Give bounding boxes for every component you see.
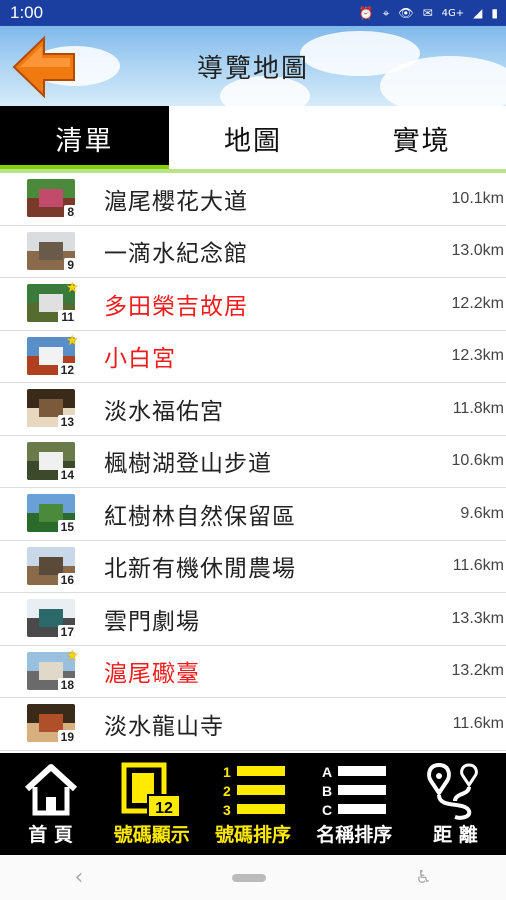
item-number: 16 [57, 572, 75, 585]
eye-icon: 👁 [398, 6, 414, 20]
number-sort-icon: 1 2 3 [223, 764, 285, 818]
item-distance: 11.6km [452, 714, 504, 732]
item-number: 18 [57, 677, 75, 690]
attraction-thumbnail: 19 [27, 704, 75, 742]
list-item[interactable]: 19 淡水龍山寺 11.6km [0, 698, 506, 751]
battery-icon: ▮ [491, 6, 498, 20]
status-bar: 1:00 ⏰ ⌖ 👁 ✉ 4G+ ◢ ▮ [0, 0, 506, 26]
header: 導覽地圖 [0, 26, 506, 106]
distance-label: 距 離 [433, 824, 478, 846]
attraction-thumbnail: 14 [27, 441, 75, 480]
item-distance: 10.1km [451, 189, 504, 207]
item-number: 12 [57, 362, 75, 375]
item-distance: 13.0km [451, 242, 504, 260]
name-sort-button[interactable]: A B C 名稱排序 [304, 753, 405, 855]
list-item[interactable]: 15 紅樹林自然保留區 9.6km [0, 488, 506, 541]
home-label: 首 頁 [28, 824, 73, 846]
home-icon [24, 764, 77, 816]
list-item[interactable]: 16 北新有機休閒農場 11.6km [0, 541, 506, 593]
mail-icon: ✉ [422, 6, 433, 20]
item-name: 多田榮吉故居 [104, 293, 248, 320]
item-name: 小白宮 [104, 346, 176, 373]
number-badge: 12 [155, 800, 173, 817]
list-item[interactable]: 14 楓樹湖登山步道 10.6km [0, 436, 506, 488]
item-number: 11 [58, 310, 75, 322]
list-item[interactable]: 9 一滴水紀念館 13.0km [0, 226, 506, 278]
list-item[interactable]: 8 滬尾櫻花大道 10.1km [0, 173, 506, 226]
attraction-list[interactable]: 8 滬尾櫻花大道 10.1km 9 一滴水紀念館 13.0km 11 ★ 多田榮吉故居 12.2k… [0, 173, 506, 753]
item-number: 13 [57, 415, 75, 427]
svg-text:A: A [322, 764, 332, 780]
distance-button[interactable]: 距 離 [405, 753, 506, 855]
tab-reality[interactable]: 實境 [337, 106, 506, 170]
item-distance: 9.6km [460, 504, 504, 522]
star-icon: ★ [66, 332, 79, 349]
item-name: 楓樹湖登山步道 [104, 451, 272, 478]
svg-text:2: 2 [223, 783, 231, 799]
list-item[interactable]: 17 雲門劇場 13.3km [0, 593, 506, 646]
item-name: 淡水龍山寺 [104, 713, 224, 740]
item-name: 北新有機休閒農場 [104, 556, 296, 583]
item-name: 淡水福佑宮 [104, 398, 224, 425]
item-name: 一滴水紀念館 [104, 241, 248, 268]
tab-list[interactable]: 清單 [0, 106, 169, 170]
item-number: 8 [64, 205, 75, 217]
status-icons: ⏰ ⌖ 👁 ✉ 4G+ ◢ ▮ [359, 6, 498, 21]
item-name: 滬尾礮臺 [104, 661, 200, 688]
svg-text:3: 3 [223, 802, 231, 818]
system-nav-bar: ‹ ♿ [0, 855, 506, 900]
number-display-button[interactable]: 12 號碼顯示 [101, 753, 202, 855]
status-time: 1:00 [10, 3, 44, 22]
name-sort-icon: A B C [322, 764, 387, 818]
attraction-thumbnail: 8 [27, 179, 75, 217]
item-number: 19 [57, 730, 75, 742]
item-name: 滬尾櫻花大道 [104, 188, 248, 215]
item-number: 14 [57, 467, 75, 480]
network-type: 4G+ [441, 7, 465, 19]
accessibility-icon[interactable]: ♿ [415, 867, 431, 888]
list-item[interactable]: 18 ★ 滬尾礮臺 13.2km [0, 646, 506, 698]
list-item[interactable]: 11 ★ 多田榮吉故居 12.2km [0, 278, 506, 331]
item-distance: 12.2km [451, 294, 504, 312]
item-distance: 13.3km [451, 609, 504, 627]
svg-text:B: B [322, 783, 332, 799]
nav-home-button[interactable] [232, 873, 267, 882]
location-icon: ⌖ [382, 5, 390, 20]
alarm-icon: ⏰ [358, 6, 374, 20]
item-name: 雲門劇場 [104, 608, 200, 635]
star-icon: ★ [66, 280, 79, 296]
nav-back-button[interactable]: ‹ [75, 865, 84, 890]
attraction-thumbnail: 13 [27, 389, 75, 427]
bottom-toolbar: 首 頁 12 號碼顯示 1 2 3 號碼排序 A B C 名稱排序 距 離 [0, 753, 506, 855]
item-number: 15 [57, 520, 75, 532]
attraction-thumbnail: 16 [27, 546, 75, 585]
number-sort-label: 號碼排序 [215, 824, 292, 846]
list-item[interactable]: 13 淡水福佑宮 11.8km [0, 383, 506, 436]
item-distance: 11.6km [452, 557, 504, 575]
tab-bar: 清單 地圖 實境 [0, 106, 506, 170]
name-sort-label: 名稱排序 [316, 824, 393, 846]
item-name: 紅樹林自然保留區 [104, 503, 296, 530]
signal-icon: ◢ [473, 6, 483, 20]
svg-text:1: 1 [223, 764, 231, 780]
item-distance: 13.2km [451, 662, 504, 680]
item-number: 9 [64, 257, 75, 270]
number-sort-button[interactable]: 1 2 3 號碼排序 [202, 753, 303, 855]
item-distance: 12.3km [451, 347, 504, 365]
tab-map[interactable]: 地圖 [169, 106, 338, 170]
page-title: 導覽地圖 [196, 54, 309, 84]
number-display-icon: 12 [121, 762, 181, 818]
attraction-thumbnail: 17 [27, 599, 75, 637]
number-display-label: 號碼顯示 [113, 824, 190, 846]
home-button[interactable]: 首 頁 [0, 753, 101, 855]
svg-text:C: C [322, 802, 332, 818]
star-icon: ★ [66, 647, 79, 664]
item-distance: 11.8km [452, 399, 504, 417]
item-number: 17 [57, 625, 75, 637]
list-item[interactable]: 12 ★ 小白宮 12.3km [0, 331, 506, 383]
attraction-thumbnail: 9 [27, 231, 75, 270]
attraction-thumbnail: 15 [27, 494, 75, 532]
item-distance: 10.6km [451, 452, 504, 470]
distance-route-icon [427, 762, 479, 820]
